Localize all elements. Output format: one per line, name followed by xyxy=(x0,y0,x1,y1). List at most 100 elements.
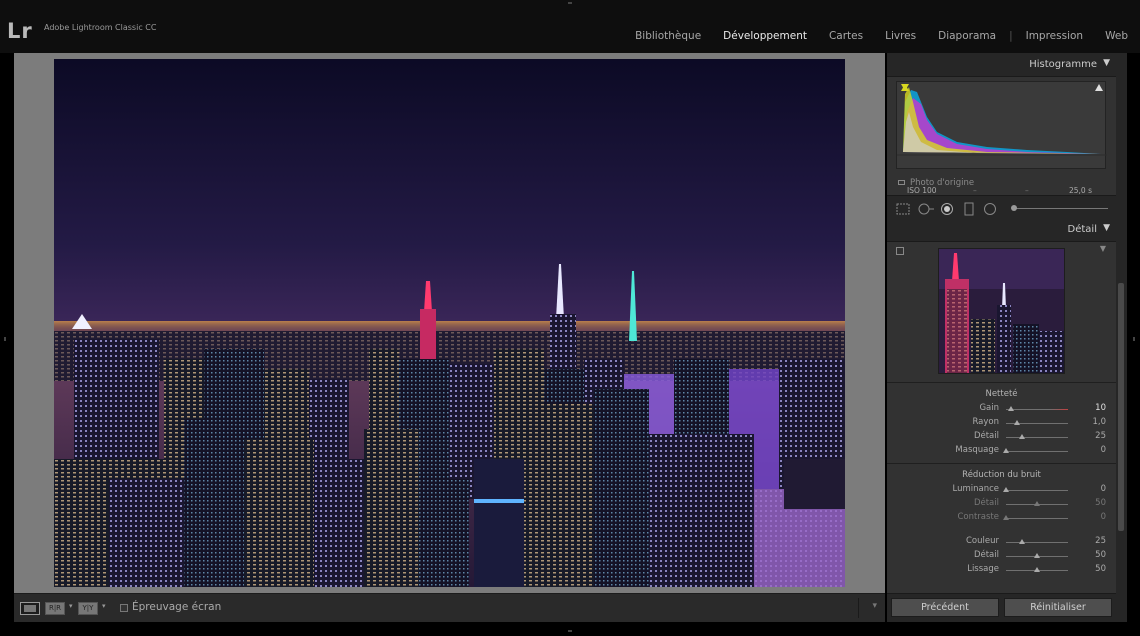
original-photo-label: Photo d'origine xyxy=(910,178,975,188)
slider-knob[interactable] xyxy=(1003,448,1009,453)
lightroom-logo: Lr xyxy=(7,19,33,43)
slider-label: Masquage xyxy=(955,445,999,455)
brush-slider-knob[interactable] xyxy=(1011,205,1017,211)
loupe-view-button[interactable] xyxy=(20,602,40,615)
module-developpement[interactable]: Développement xyxy=(723,30,807,42)
slider-knob[interactable] xyxy=(1034,553,1040,558)
slider-value[interactable]: 0 xyxy=(1101,512,1106,522)
left-panel-toggle-icon[interactable] xyxy=(4,337,6,341)
detail-title: Détail xyxy=(1067,224,1097,235)
top-panel-toggle-icon[interactable] xyxy=(568,2,572,4)
toolbar-divider xyxy=(858,598,859,618)
reset-button[interactable]: Réinitialiser xyxy=(1004,598,1112,617)
photo-new-york-night-skyline[interactable] xyxy=(54,59,845,587)
luminance-contrast-slider[interactable]: Contraste 0 xyxy=(887,512,1116,525)
noise-reduction-title: Réduction du bruit xyxy=(962,470,1041,480)
slider-value[interactable]: 25 xyxy=(1095,536,1106,546)
toolbar-menu-icon[interactable]: ▾ xyxy=(872,601,877,611)
before-after-yy-button[interactable]: Y|Y xyxy=(78,602,98,615)
color-detail-slider[interactable]: Détail 50 xyxy=(887,550,1116,563)
original-photo-icon xyxy=(898,180,905,185)
module-web[interactable]: Web xyxy=(1105,30,1128,42)
luminance-slider[interactable]: Luminance 0 xyxy=(887,484,1116,497)
crop-tool-icon[interactable] xyxy=(895,202,911,216)
slider-knob[interactable] xyxy=(1034,501,1040,506)
panel-bottom-buttons: Précédent Réinitialiser xyxy=(887,593,1116,622)
previous-button[interactable]: Précédent xyxy=(891,598,999,617)
right-panel-toggle-icon[interactable] xyxy=(1133,337,1135,341)
slider-label: Gain xyxy=(979,403,999,413)
slider-track[interactable] xyxy=(1006,490,1068,491)
module-livres[interactable]: Livres xyxy=(885,30,916,42)
collapse-triangle-icon[interactable]: ▼ xyxy=(1103,58,1110,68)
smoothness-slider[interactable]: Lissage 50 xyxy=(887,564,1116,577)
scrollbar-thumb[interactable] xyxy=(1118,283,1124,531)
before-after-swap-dropdown-icon[interactable]: ▾ xyxy=(102,602,106,610)
slider-label: Détail xyxy=(973,550,999,560)
slider-label: Détail xyxy=(973,498,999,508)
brush-slider-track[interactable] xyxy=(1012,208,1108,209)
top-bar: Lr Adobe Lightroom Classic CC Bibliothèq… xyxy=(0,0,1140,53)
histogram-title: Histogramme xyxy=(1029,59,1097,70)
slider-track[interactable] xyxy=(1006,451,1068,452)
color-noise-slider[interactable]: Couleur 25 xyxy=(887,536,1116,549)
image-canvas[interactable] xyxy=(14,53,885,593)
slider-track[interactable] xyxy=(1006,437,1068,438)
slider-knob[interactable] xyxy=(1019,434,1025,439)
red-eye-icon[interactable] xyxy=(940,202,954,216)
right-panel-scrollbar[interactable] xyxy=(1116,53,1127,622)
slider-knob[interactable] xyxy=(1008,406,1014,411)
slider-value[interactable]: 50 xyxy=(1095,498,1106,508)
histogram-graph[interactable]: ISO 100 – – 25,0 s xyxy=(896,81,1107,195)
center-toolbar: R|R ▾ Y|Y ▾ Épreuvage écran ▾ xyxy=(14,593,885,622)
slider-knob[interactable] xyxy=(1014,420,1020,425)
bottom-panel-toggle-icon[interactable] xyxy=(568,630,572,632)
slider-knob[interactable] xyxy=(1019,539,1025,544)
before-after-dropdown-icon[interactable]: ▾ xyxy=(69,602,73,610)
sharpen-amount-slider[interactable]: Gain 10 xyxy=(887,403,1116,416)
graduated-filter-icon[interactable] xyxy=(963,202,975,216)
slider-value[interactable]: 50 xyxy=(1095,564,1106,574)
slider-track[interactable] xyxy=(1006,542,1068,543)
module-cartes[interactable]: Cartes xyxy=(829,30,863,42)
radial-filter-icon[interactable] xyxy=(983,202,997,216)
detail-zoom-preview[interactable] xyxy=(938,248,1065,374)
slider-knob[interactable] xyxy=(1034,567,1040,572)
section-divider xyxy=(887,463,1116,464)
module-diaporama[interactable]: Diaporama xyxy=(938,30,996,42)
sharpen-detail-slider[interactable]: Détail 25 xyxy=(887,431,1116,444)
sharpen-masking-slider[interactable]: Masquage 0 xyxy=(887,445,1116,458)
section-divider xyxy=(887,382,1116,383)
slider-value[interactable]: 10 xyxy=(1095,403,1106,413)
sharpen-radius-slider[interactable]: Rayon 1,0 xyxy=(887,417,1116,430)
slider-value[interactable]: 50 xyxy=(1095,550,1106,560)
sharpening-title: Netteté xyxy=(985,389,1018,399)
slider-track[interactable] xyxy=(1006,518,1068,519)
slider-value[interactable]: 0 xyxy=(1101,445,1106,455)
soft-proofing-checkbox[interactable] xyxy=(120,604,128,612)
slider-value[interactable]: 0 xyxy=(1101,484,1106,494)
module-separator: | xyxy=(1009,30,1013,42)
detail-header[interactable]: Détail ▼ xyxy=(887,218,1116,242)
slider-value[interactable]: 25 xyxy=(1095,431,1106,441)
histogram-header[interactable]: Histogramme ▼ xyxy=(887,53,1116,77)
before-after-lr-button[interactable]: R|R xyxy=(45,602,65,615)
aperture-value: – xyxy=(1025,186,1029,195)
preview-toggle-icon[interactable]: ▼ xyxy=(1100,244,1106,253)
slider-knob[interactable] xyxy=(1003,515,1009,520)
slider-track[interactable] xyxy=(1006,409,1068,410)
spot-removal-icon[interactable] xyxy=(917,202,935,216)
module-bibliotheque[interactable]: Bibliothèque xyxy=(635,30,701,42)
module-impression[interactable]: Impression xyxy=(1026,30,1083,42)
collapse-triangle-icon[interactable]: ▼ xyxy=(1103,223,1110,233)
luminance-detail-slider[interactable]: Détail 50 xyxy=(887,498,1116,511)
slider-knob[interactable] xyxy=(1003,487,1009,492)
shutter-speed-value: 25,0 s xyxy=(1069,186,1092,195)
detail-panel-body: ▼ Netteté Gain 10 Rayon 1,0 Détail 25 Ma… xyxy=(887,242,1116,587)
slider-label: Contraste xyxy=(957,512,999,522)
slider-label: Couleur xyxy=(966,536,999,546)
module-picker: Bibliothèque Développement Cartes Livres… xyxy=(613,30,1128,42)
app-name: Adobe Lightroom Classic CC xyxy=(44,23,157,32)
slider-value[interactable]: 1,0 xyxy=(1092,417,1106,427)
preview-target-icon[interactable] xyxy=(896,247,904,255)
